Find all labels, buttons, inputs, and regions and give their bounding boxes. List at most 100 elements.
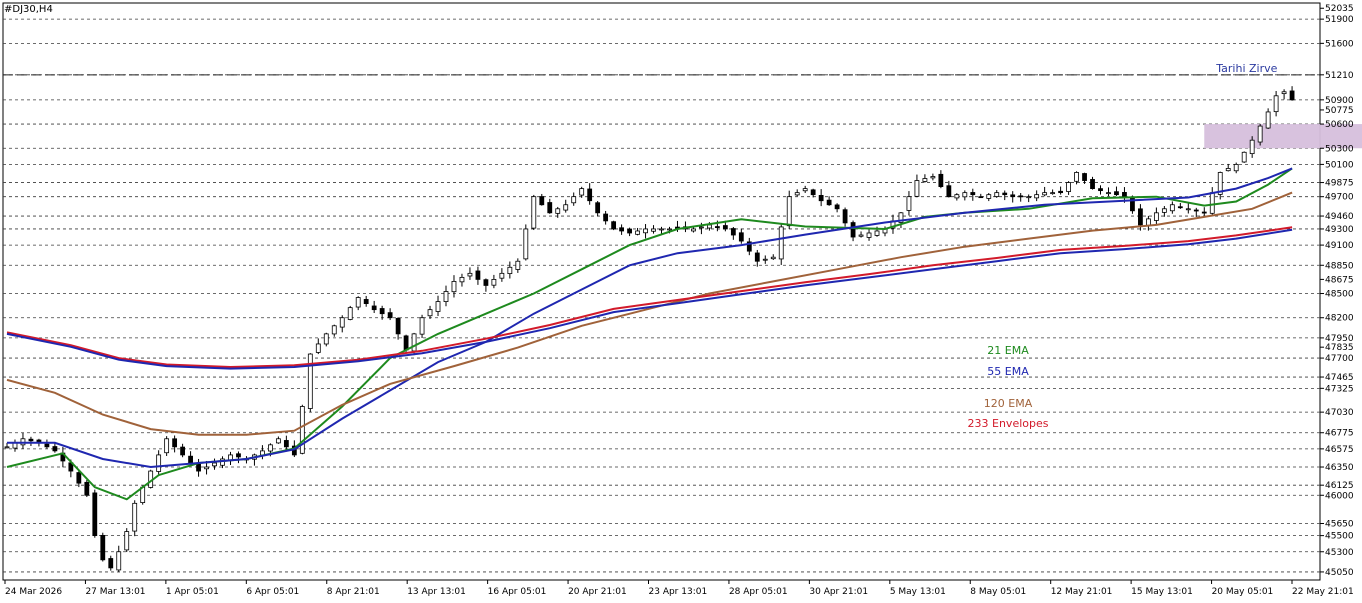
candle-body bbox=[531, 196, 537, 229]
candle-body bbox=[467, 272, 473, 277]
candle-body bbox=[1002, 192, 1008, 196]
candle-body bbox=[515, 260, 521, 270]
candle-body bbox=[635, 230, 640, 235]
label-ema120: 120 EMA bbox=[984, 397, 1033, 410]
candle-body bbox=[1265, 111, 1271, 129]
candle-body bbox=[946, 185, 952, 198]
candle-body bbox=[579, 188, 585, 196]
x-tick-label: 15 May 13:01 bbox=[1131, 587, 1193, 597]
candle-body bbox=[491, 278, 497, 286]
candle-body bbox=[100, 534, 106, 561]
y-tick-label: 47030 bbox=[1325, 408, 1354, 418]
series-line-env233_upper bbox=[6, 226, 1293, 369]
candle-body bbox=[834, 204, 840, 210]
candle-body bbox=[691, 228, 696, 232]
candle-body bbox=[132, 502, 138, 532]
x-tick-label: 28 Apr 05:01 bbox=[729, 587, 788, 597]
candle-body bbox=[475, 270, 481, 280]
candle-body bbox=[315, 343, 321, 353]
candle-body bbox=[1114, 191, 1119, 196]
candle-body bbox=[1018, 195, 1024, 198]
candle-body bbox=[826, 199, 832, 206]
candle-body bbox=[866, 232, 872, 238]
candle-body bbox=[1122, 192, 1127, 198]
candle-body bbox=[818, 195, 824, 202]
y-tick-label: 50900 bbox=[1325, 96, 1354, 106]
candle-body bbox=[722, 225, 728, 230]
price-chart[interactable]: Tarihi Zirve 21 EMA 55 EMA 120 EMA 233 Envel… bbox=[0, 0, 1362, 603]
x-tick-label: 20 May 05:01 bbox=[1212, 587, 1274, 597]
candle-body bbox=[523, 228, 529, 260]
label-env233: 233 Envelopes bbox=[968, 417, 1049, 430]
candle-body bbox=[28, 438, 34, 442]
candle-body bbox=[1034, 194, 1040, 199]
candle-body bbox=[667, 228, 672, 231]
y-tick-label: 52035 bbox=[1325, 4, 1354, 14]
candle-body bbox=[1249, 139, 1255, 155]
y-tick-label: 45300 bbox=[1325, 548, 1354, 558]
candle-body bbox=[371, 305, 377, 311]
series-line-ema120 bbox=[6, 191, 1293, 436]
candle-body bbox=[962, 192, 968, 198]
y-tick-label: 48850 bbox=[1325, 261, 1354, 271]
candle-body bbox=[714, 226, 720, 228]
y-tick-label: 50300 bbox=[1325, 144, 1354, 154]
x-tick-label: 16 Apr 05:01 bbox=[488, 587, 547, 597]
candle-body bbox=[275, 438, 281, 444]
candle-body bbox=[539, 196, 545, 206]
series-line-ema55 bbox=[7, 167, 1293, 469]
label-ema55: 55 EMA bbox=[987, 365, 1029, 378]
candle-body bbox=[323, 333, 329, 345]
y-tick-label: 48500 bbox=[1325, 290, 1354, 300]
historic-high-label: Tarihi Zirve bbox=[1215, 62, 1277, 75]
candle-body bbox=[1146, 218, 1151, 226]
candle-body bbox=[651, 228, 656, 232]
candle-body bbox=[762, 258, 768, 261]
candle-body bbox=[1225, 168, 1231, 172]
x-tick-label: 22 May 21:01 bbox=[1292, 587, 1354, 597]
candle-body bbox=[307, 353, 313, 409]
candle-body bbox=[1058, 190, 1063, 194]
candle-body bbox=[1050, 192, 1056, 195]
candle-body bbox=[76, 472, 82, 484]
candle-body bbox=[858, 234, 864, 237]
y-tick-label: 47325 bbox=[1325, 384, 1354, 394]
candle-body bbox=[108, 558, 114, 569]
candle-body bbox=[1233, 163, 1239, 172]
candle-body bbox=[978, 196, 984, 199]
candle-body bbox=[1026, 196, 1032, 199]
candle-body bbox=[699, 226, 704, 229]
candle-body bbox=[204, 466, 209, 470]
candle-body bbox=[1074, 172, 1079, 182]
candle-body bbox=[403, 335, 409, 351]
candle-body bbox=[395, 318, 401, 335]
candle-body bbox=[603, 213, 609, 222]
candle-body bbox=[499, 272, 505, 279]
candle-body bbox=[922, 178, 928, 182]
candle-body bbox=[267, 444, 273, 452]
y-tick-label: 46575 bbox=[1325, 445, 1354, 455]
candle-body bbox=[547, 202, 553, 214]
candle-body bbox=[754, 252, 760, 262]
candle-body bbox=[954, 194, 960, 199]
candle-body bbox=[331, 325, 337, 335]
candle-body bbox=[339, 317, 345, 328]
x-tick-label: 8 May 05:01 bbox=[970, 587, 1026, 597]
x-tick-label: 23 Apr 13:01 bbox=[649, 587, 708, 597]
series-line-ema21 bbox=[6, 167, 1293, 501]
y-tick-label: 49875 bbox=[1325, 179, 1354, 189]
candle-body bbox=[659, 228, 664, 231]
candle-body bbox=[299, 406, 305, 454]
candle-body bbox=[563, 204, 569, 211]
candle-body bbox=[92, 492, 98, 537]
candle-body bbox=[1257, 125, 1263, 143]
candle-body bbox=[850, 222, 856, 238]
y-tick-label: 50775 bbox=[1325, 106, 1354, 116]
x-tick-label: 6 Apr 05:01 bbox=[246, 587, 299, 597]
y-tick-label: 47465 bbox=[1325, 373, 1354, 383]
candle-body bbox=[212, 462, 217, 467]
candle-body bbox=[1106, 192, 1111, 195]
candle-body bbox=[571, 196, 577, 204]
candle-body bbox=[970, 192, 976, 196]
y-tick-label: 47835 bbox=[1325, 343, 1354, 353]
